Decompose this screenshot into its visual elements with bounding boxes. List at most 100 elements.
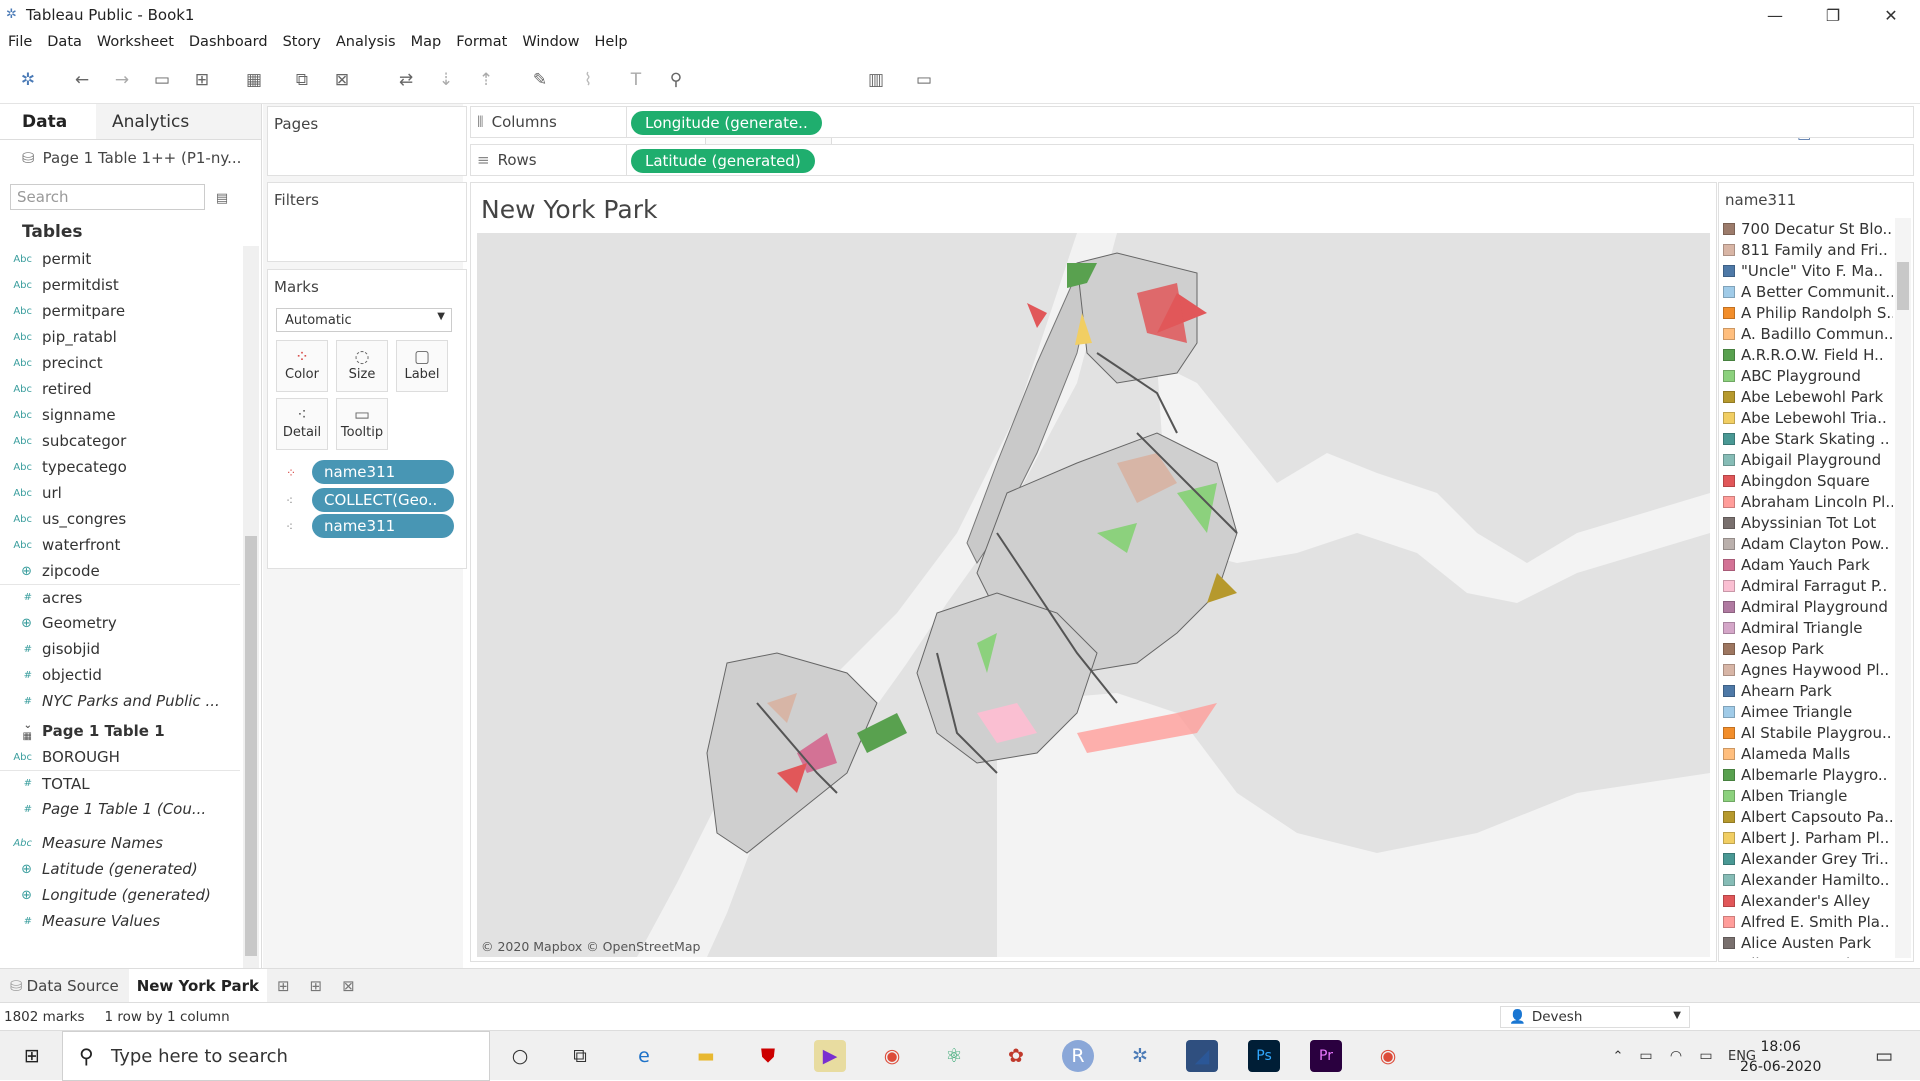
premiere-icon[interactable]: Pr — [1310, 1040, 1342, 1072]
filters-shelf[interactable]: Filters — [267, 182, 467, 262]
legend-item[interactable]: A Philip Randolph S.. — [1723, 302, 1893, 323]
field-item[interactable]: # gisobjid — [0, 636, 240, 662]
new-worksheet-tab-icon[interactable]: ⊞ — [267, 977, 300, 995]
legend-item[interactable]: Adam Clayton Pow.. — [1723, 533, 1893, 554]
highlight-icon[interactable]: ✎ — [528, 68, 552, 92]
tab-data[interactable]: Data — [0, 104, 96, 139]
legend-item[interactable]: Alben Triangle — [1723, 785, 1893, 806]
field-item[interactable]: ⊕ zipcode — [0, 558, 240, 584]
field-item[interactable]: Abc precinct — [0, 350, 240, 376]
show-cards-icon[interactable]: ▥ — [864, 68, 888, 92]
legend-item[interactable]: Aimee Triangle — [1723, 701, 1893, 722]
legend-item[interactable]: Alexander Grey Tri.. — [1723, 848, 1893, 869]
duplicate-sheet-icon[interactable]: ⧉ — [290, 68, 314, 92]
columns-pill[interactable]: Longitude (generate.. — [631, 111, 822, 135]
field-item[interactable]: Abc waterfront — [0, 532, 240, 558]
legend-item[interactable]: Alice Kenny Triang.. — [1723, 953, 1893, 958]
legend-item[interactable]: Alexander Hamilto.. — [1723, 869, 1893, 890]
legend-item[interactable]: Ahearn Park — [1723, 680, 1893, 701]
file-explorer-icon[interactable]: ▬ — [690, 1040, 722, 1072]
field-item[interactable]: # NYC Parks and Public ... — [0, 688, 240, 714]
view-list-icon[interactable]: ▤ — [210, 186, 234, 210]
windows-start-icon[interactable]: ⊞ — [16, 1040, 48, 1072]
maximize-button[interactable]: ❐ — [1804, 0, 1862, 30]
tableau-start-icon[interactable]: ✲ — [16, 68, 40, 92]
cortana-icon[interactable]: ○ — [504, 1040, 536, 1072]
legend-item[interactable]: Aesop Park — [1723, 638, 1893, 659]
mcafee-icon[interactable]: ⛊ — [752, 1040, 784, 1072]
new-datasource-icon[interactable]: ⊞ — [190, 68, 214, 92]
field-item[interactable]: # Page 1 Table 1 (Cou... — [0, 796, 240, 822]
legend-item[interactable]: Abraham Lincoln Pl.. — [1723, 491, 1893, 512]
rows-shelf[interactable]: ≡ Rows Latitude (generated) — [470, 144, 1914, 176]
menu-worksheet[interactable]: Worksheet — [97, 34, 174, 50]
legend-item[interactable]: Albert J. Parham Pl.. — [1723, 827, 1893, 848]
menu-help[interactable]: Help — [595, 34, 628, 50]
field-item[interactable]: ⊕ Geometry — [0, 610, 240, 636]
field-search-input[interactable]: Search — [10, 184, 205, 210]
legend-item[interactable]: Agnes Haywood Pl.. — [1723, 659, 1893, 680]
sql-icon[interactable]: ◢ — [1186, 1040, 1218, 1072]
legend-item[interactable]: Admiral Playground — [1723, 596, 1893, 617]
legend-item[interactable]: Albemarle Playgro.. — [1723, 764, 1893, 785]
tooltip-button[interactable]: ▭ Tooltip — [336, 398, 388, 450]
legend-item[interactable]: Al Stabile Playgrou.. — [1723, 722, 1893, 743]
taskbar-search-input[interactable]: ⚲ Type here to search — [62, 1031, 490, 1081]
field-item[interactable]: # acres — [0, 584, 240, 610]
rows-pill[interactable]: Latitude (generated) — [631, 149, 815, 173]
table-group-header[interactable]: ⌄ ▦ Page 1 Table 1 — [0, 718, 240, 744]
legend-item[interactable]: Abe Stark Skating .. — [1723, 428, 1893, 449]
field-item[interactable]: Abc pip_ratabl — [0, 324, 240, 350]
legend-item[interactable]: Alexander's Alley — [1723, 890, 1893, 911]
legend-item[interactable]: Abe Lebewohl Park — [1723, 386, 1893, 407]
field-item[interactable]: ⊕ Longitude (generated) — [0, 882, 240, 908]
mark-type-dropdown[interactable]: Automatic ▼ — [276, 308, 452, 332]
task-view-icon[interactable]: ⧉ — [564, 1040, 596, 1072]
legend-item[interactable]: Admiral Triangle — [1723, 617, 1893, 638]
marks-pill-color[interactable]: name311 — [312, 460, 454, 484]
menu-analysis[interactable]: Analysis — [336, 34, 396, 50]
field-item[interactable]: Abc us_congres — [0, 506, 240, 532]
legend-item[interactable]: Alice Austen Park — [1723, 932, 1893, 953]
menu-file[interactable]: File — [8, 34, 32, 50]
datasource-selector[interactable]: ⛁ Page 1 Table 1++ (P1-ny... — [0, 140, 261, 176]
new-worksheet-icon[interactable]: ▦ — [242, 68, 266, 92]
menu-story[interactable]: Story — [283, 34, 321, 50]
r-icon[interactable]: R — [1062, 1040, 1094, 1072]
marks-pill-geometry[interactable]: COLLECT(Geo.. — [312, 488, 454, 512]
legend-item[interactable]: Alameda Malls — [1723, 743, 1893, 764]
legend-item[interactable]: Admiral Farragut P.. — [1723, 575, 1893, 596]
field-item[interactable]: Abc BOROUGH — [0, 744, 240, 770]
legend-item[interactable]: A.R.R.O.W. Field H.. — [1723, 344, 1893, 365]
field-item[interactable]: # objectid — [0, 662, 240, 688]
legend-item[interactable]: Adam Yauch Park — [1723, 554, 1893, 575]
tableau-taskbar-icon[interactable]: ✲ — [1124, 1040, 1156, 1072]
label-button[interactable]: ▢ Label — [396, 340, 448, 392]
legend-item[interactable]: ABC Playground — [1723, 365, 1893, 386]
label-icon[interactable]: T — [624, 68, 648, 92]
new-dashboard-tab-icon[interactable]: ⊞ — [300, 977, 333, 995]
field-item[interactable]: Abc permitpare — [0, 298, 240, 324]
pin-icon[interactable]: ⚲ — [664, 68, 688, 92]
tab-data-source[interactable]: ⛁ Data Source — [0, 977, 129, 995]
save-icon[interactable]: ▭ — [150, 68, 174, 92]
clear-sheet-icon[interactable]: ⊠ — [330, 68, 354, 92]
marks-pill-detail[interactable]: name311 — [312, 514, 454, 538]
map[interactable]: © 2020 Mapbox © OpenStreetMap — [477, 233, 1710, 957]
notifications-icon[interactable]: ▭ — [1868, 1040, 1900, 1072]
group-icon[interactable]: ⌇ — [576, 68, 600, 92]
tab-new-york-park[interactable]: New York Park — [128, 968, 267, 1003]
tab-analytics[interactable]: Analytics — [96, 104, 261, 139]
menu-dashboard[interactable]: Dashboard — [189, 34, 268, 50]
atom-icon[interactable]: ⚛ — [938, 1040, 970, 1072]
swap-icon[interactable]: ⇄ — [394, 68, 418, 92]
minimize-button[interactable]: — — [1746, 0, 1804, 30]
presentation-icon[interactable]: ▭ — [912, 68, 936, 92]
menu-format[interactable]: Format — [456, 34, 507, 50]
battery-icon[interactable]: ▭ — [1690, 1040, 1722, 1072]
chrome-icon[interactable]: ◉ — [876, 1040, 908, 1072]
legend-item[interactable]: 700 Decatur St Blo.. — [1723, 218, 1893, 239]
edge-icon[interactable]: e — [628, 1040, 660, 1072]
field-item[interactable]: Abc retired — [0, 376, 240, 402]
photoshop-icon[interactable]: Ps — [1248, 1040, 1280, 1072]
